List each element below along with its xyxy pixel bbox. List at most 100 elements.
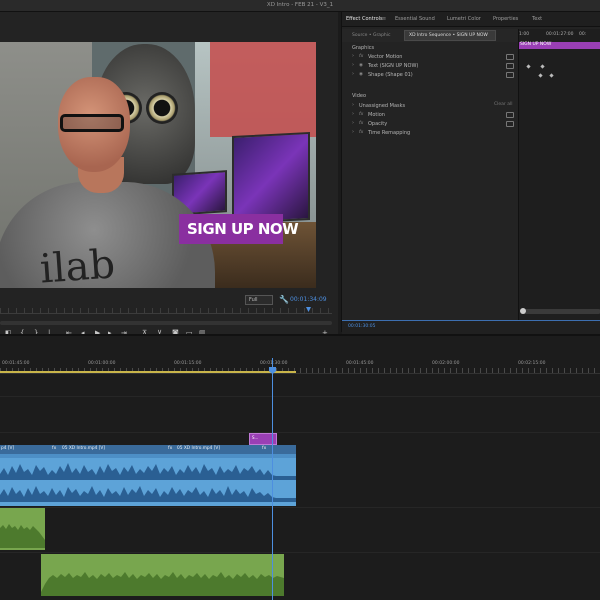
graphics-section-header: Graphics [352, 45, 375, 51]
effect-controls-timeline[interactable]: 1:00 00:01:27:00 00: SIGN UP NOW [518, 29, 600, 329]
clip-selector: Source • Graphic XD Intro Sequence • SIG… [342, 29, 520, 42]
fx-badge-icon: fx [52, 446, 57, 451]
effect-name: Unassigned Masks [359, 103, 406, 109]
video-preview[interactable]: ilab SIGN UP NOW [0, 42, 316, 288]
ec-timecode: 1:00 [519, 32, 530, 37]
ruler-timecode: 00:01:45:00 [2, 361, 30, 366]
monitor-time-ruler[interactable] [0, 308, 332, 314]
panel-menu-icon[interactable]: ≡ [382, 17, 386, 22]
monitor-screen [232, 131, 310, 225]
expand-caret-icon[interactable]: › [352, 103, 354, 108]
fx-badge-icon[interactable]: fx [359, 112, 363, 118]
glasses [60, 114, 124, 132]
resolution-dropdown[interactable]: Full [245, 295, 273, 305]
panel-tabs: Effect Controls ≡ Essential Sound Lumetr… [342, 12, 600, 27]
graphic-clip-label: S... [252, 435, 259, 440]
effect-name: Motion [368, 112, 385, 118]
audio-clip-header [0, 454, 296, 458]
keyframe[interactable] [526, 64, 531, 69]
fx-badge-icon: fx [262, 446, 267, 451]
effect-name: Text (SIGN UP NOW) [368, 63, 419, 69]
reset-icon[interactable] [506, 72, 514, 78]
background-artwork [210, 42, 316, 137]
shirt-text: ilab [38, 241, 117, 288]
effect-name: Shape (Shape 01) [368, 72, 413, 78]
resolution-value: Full [249, 297, 258, 303]
sign-up-graphic[interactable]: SIGN UP NOW [179, 214, 299, 244]
effect-row-masks[interactable]: › Unassigned Masks [342, 102, 518, 111]
clear-all-button[interactable]: Clear all [494, 102, 512, 108]
timeline-panel: 00:01:45:00 00:01:00:00 00:01:15:00 00:0… [0, 334, 600, 600]
sequence-clip-tab[interactable]: XD Intro Sequence • SIGN UP NOW [404, 30, 496, 41]
wrench-icon[interactable]: 🔧 [279, 296, 289, 304]
reset-icon[interactable] [506, 112, 514, 118]
owl-eye [146, 92, 178, 124]
ruler-timecode: 00:02:15:00 [518, 361, 546, 366]
audio-clip-music-2[interactable] [41, 554, 284, 596]
expand-caret-icon[interactable]: › [352, 121, 354, 126]
audio-clip-dialogue[interactable] [0, 454, 296, 506]
effect-row-shape[interactable]: › ◉ Shape (Shape 01) [342, 71, 518, 80]
eye-icon[interactable]: ◉ [359, 72, 363, 78]
ec-current-timecode[interactable]: 00:01:30:05 [348, 324, 375, 330]
ec-clip-bar[interactable]: SIGN UP NOW [519, 42, 600, 49]
track-divider [0, 432, 600, 433]
tab-essential-sound[interactable]: Essential Sound [395, 17, 435, 22]
reset-icon[interactable] [506, 63, 514, 69]
eye-icon[interactable]: ◉ [359, 63, 363, 69]
keyframe[interactable] [538, 73, 543, 78]
video-clip-label: p4 [V] [1, 446, 15, 451]
effect-row-motion[interactable]: › fx Motion [342, 111, 518, 120]
ruler-timecode: 00:01:15:00 [174, 361, 202, 366]
effect-row-vector-motion[interactable]: › fx Vector Motion [342, 53, 518, 62]
video-clip-label: 05 XD Intro.mp4 [V] [62, 446, 106, 451]
ec-footer: 00:01:30:05 [342, 320, 600, 334]
reset-icon[interactable] [506, 54, 514, 60]
track-divider [0, 396, 600, 397]
fx-badge-icon[interactable]: fx [359, 121, 363, 127]
tab-properties[interactable]: Properties [493, 17, 518, 22]
audio-clip-music-1[interactable] [0, 508, 45, 550]
sign-up-text: SIGN UP NOW [187, 220, 299, 238]
monitor-zoom-scrollbar[interactable] [0, 321, 332, 325]
effect-name: Vector Motion [368, 54, 403, 60]
expand-caret-icon[interactable]: › [352, 72, 354, 77]
ec-timecode: 00: [579, 32, 587, 37]
audio-waveform [41, 572, 284, 596]
ruler-timecode: 00:02:00:00 [432, 361, 460, 366]
keyframe[interactable] [540, 64, 545, 69]
work-area-bar[interactable] [0, 371, 296, 373]
effect-name: Opacity [368, 121, 388, 127]
fx-badge-icon: fx [168, 446, 173, 451]
audio-waveform [0, 486, 296, 502]
fx-badge-icon[interactable]: fx [359, 130, 363, 136]
fx-badge-icon[interactable]: fx [359, 54, 363, 60]
tab-effect-controls[interactable]: Effect Controls [346, 17, 383, 22]
audio-waveform [0, 463, 296, 480]
video-clip-track[interactable]: p4 [V] 05 XD Intro.mp4 [V] 05 XD Intro.m… [0, 445, 296, 454]
expand-caret-icon[interactable]: › [352, 112, 354, 117]
ec-timecode: 00:01:27:00 [546, 32, 574, 37]
tab-lumetri-color[interactable]: Lumetri Color [447, 17, 481, 22]
effect-row-time-remapping[interactable]: › fx Time Remapping [342, 129, 518, 138]
ruler-timecode: 00:01:30:00 [260, 361, 288, 366]
window-title: XD Intro - FEB 21 - V3_1 [266, 2, 334, 8]
expand-caret-icon[interactable]: › [352, 63, 354, 68]
ec-zoom-scrollbar[interactable] [520, 309, 600, 314]
ec-zoom-handle[interactable] [520, 308, 526, 314]
track-divider [0, 552, 600, 553]
track-divider [0, 507, 600, 508]
tab-text[interactable]: Text [532, 17, 542, 22]
keyframe[interactable] [549, 73, 554, 78]
video-section-header: Video [352, 93, 367, 99]
source-clip-label[interactable]: Source • Graphic [352, 33, 391, 39]
expand-caret-icon[interactable]: › [352, 54, 354, 59]
reset-icon[interactable] [506, 121, 514, 127]
video-clip-label: 05 XD Intro.mp4 [V] [177, 446, 221, 451]
effect-row-opacity[interactable]: › fx Opacity [342, 120, 518, 129]
ruler-timecode: 00:01:45:00 [346, 361, 374, 366]
effect-row-text[interactable]: › ◉ Text (SIGN UP NOW) [342, 62, 518, 71]
ec-clip-label: SIGN UP NOW [520, 42, 552, 47]
expand-caret-icon[interactable]: › [352, 130, 354, 135]
timeline-playhead-line[interactable] [272, 358, 273, 600]
